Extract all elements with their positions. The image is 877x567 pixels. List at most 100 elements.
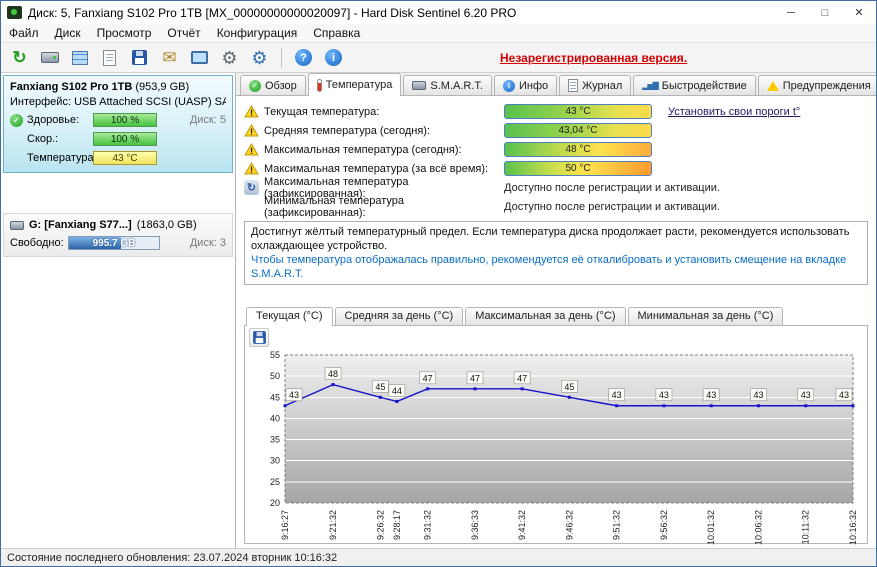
partition-name: G: [Fanxiang S77...] [29,219,132,231]
report-icon[interactable] [96,45,123,70]
svg-text:9:26:32: 9:26:32 [375,510,385,540]
temp-row-min-recorded: Минимальная температура (зафиксированная… [244,197,868,216]
info-tab-icon: i [503,80,515,92]
health-meter: 100 % [93,113,157,127]
current-temp-label: Текущая температура: [264,106,504,118]
performance-row: Скор.: 100 % [10,132,226,146]
svg-text:30: 30 [270,456,280,466]
last-update-status: Состояние последнего обновления: 23.07.2… [7,552,337,564]
svg-text:44: 44 [392,386,402,396]
svg-text:43: 43 [839,390,849,400]
chart-tab-max[interactable]: Максимальная за день (°C) [465,307,625,325]
svg-text:9:31:32: 9:31:32 [423,510,433,540]
monitor-icon[interactable] [186,45,213,70]
free-space-bar: 995.7 GB [68,236,160,250]
svg-text:20: 20 [270,498,280,508]
status-bar: Состояние последнего обновления: 23.07.2… [1,548,876,566]
notice-calibration-link[interactable]: Чтобы температура отображалась правильно… [251,253,861,281]
svg-text:43: 43 [753,390,763,400]
temp-row-average: ! Средняя температура (сегодня): 43,04 °… [244,121,868,140]
partition-panel[interactable]: G: [Fanxiang S77...] (1863,0 GB) Свободн… [3,213,233,257]
performance-meter: 100 % [93,132,157,146]
free-space-value: 995.7 GB [69,237,159,249]
window-title: Диск: 5, Fanxiang S102 Pro 1TB [MX_00000… [28,6,774,20]
tab-overview[interactable]: ✓ Обзор [240,75,306,95]
unregistered-version-link[interactable]: Незарегистрированная версия. [500,51,687,65]
svg-text:45: 45 [564,382,574,392]
tab-log[interactable]: Журнал [559,75,631,95]
partition-title: G: [Fanxiang S77...] (1863,0 GB) [10,219,226,231]
title-bar[interactable]: Диск: 5, Fanxiang S102 Pro 1TB [MX_00000… [1,1,876,24]
svg-text:10:16:32: 10:16:32 [848,510,858,545]
chart-tab-min[interactable]: Минимальная за день (°C) [628,307,784,325]
recorded-temperature-icon: ↻ [244,180,259,195]
max-ever-bar: 50 °C [504,161,652,176]
disk-size: (953,9 GB) [135,81,189,93]
chart-tab-average[interactable]: Средняя за день (°C) [335,307,464,325]
email-report-icon[interactable]: ✉ [156,45,183,70]
save-chart-button[interactable] [249,328,269,347]
min-recorded-label: Минимальная температура (зафиксированная… [264,195,504,219]
health-label: Здоровье: [27,114,93,126]
rescan-disks-icon[interactable] [36,45,63,70]
maximize-button[interactable]: □ [808,1,842,24]
settings-gear-icon[interactable]: ⚙ [216,45,243,70]
chart-area: Текущая (°C) Средняя за день (°C) Максим… [244,307,868,544]
disk-title: Fanxiang S102 Pro 1TB (953,9 GB) [10,81,226,93]
free-space-row: Свободно: 995.7 GB Диск: 3 [10,236,226,250]
set-thresholds-link[interactable]: Установить свои пороги t° [668,106,800,118]
svg-text:43: 43 [659,390,669,400]
refresh-icon[interactable]: ↻ [6,45,33,70]
average-temp-label: Средняя температура (сегодня): [264,125,504,137]
warning-icon: ! [244,105,259,118]
svg-text:43: 43 [612,390,622,400]
toolbar: ↻ ✉ ⚙ ⚙ ? i Незарегистрированная версия. [1,43,876,73]
max-ever-label: Максимальная температура (за всё время): [264,163,504,175]
temperature-meter: 43 °C [93,151,157,165]
menu-view[interactable]: Просмотр [89,24,160,42]
partition-drive-icon [10,221,24,230]
svg-text:9:36:33: 9:36:33 [470,510,480,540]
menu-report[interactable]: Отчёт [159,24,208,42]
surface-test-icon[interactable] [66,45,93,70]
save-report-icon[interactable] [126,45,153,70]
svg-text:9:28:17: 9:28:17 [392,510,402,540]
tab-alerts[interactable]: Предупреждения [758,75,877,95]
svg-text:9:16:27: 9:16:27 [280,510,290,540]
health-check-icon: ✓ [10,114,23,127]
menu-file[interactable]: Файл [1,24,47,42]
svg-text:9:51:32: 9:51:32 [612,510,622,540]
disk-interface: Интерфейс: USB Attached SCSI (UASP) SAT … [10,96,226,108]
chart-tab-current[interactable]: Текущая (°C) [246,307,333,326]
tab-info[interactable]: i Инфо [494,75,557,95]
svg-text:43: 43 [289,390,299,400]
svg-text:47: 47 [423,373,433,383]
warning-icon: ! [244,162,259,175]
svg-text:!: ! [250,146,253,156]
temperature-notice-box: Достигнут жёлтый температурный предел. Е… [244,221,868,285]
tab-performance[interactable]: ▂▅▇ Быстродействие [633,75,755,95]
svg-text:10:11:32: 10:11:32 [801,510,811,544]
svg-text:10:06:32: 10:06:32 [753,510,763,545]
chart-panel: 2025303540455055439:16:27489:21:32459:26… [244,325,868,544]
app-window: Диск: 5, Fanxiang S102 Pro 1TB [MX_00000… [0,0,877,567]
average-temp-bar: 43,04 °C [504,123,652,138]
menu-disk[interactable]: Диск [47,24,89,42]
sidebar-gap [1,175,235,211]
svg-text:43: 43 [706,390,716,400]
save-chart-floppy-icon [253,331,266,344]
preferences-gear-icon[interactable]: ⚙ [246,45,273,70]
performance-chart-icon: ▂▅▇ [642,82,657,90]
disk-panel-selected[interactable]: Fanxiang S102 Pro 1TB (953,9 GB) Интерфе… [3,75,233,173]
tab-temperature[interactable]: Температура [308,73,402,96]
menu-configuration[interactable]: Конфигурация [209,24,306,42]
help-icon[interactable]: ? [290,45,317,70]
alerts-warning-icon [767,81,779,91]
current-temp-bar: 43 °C [504,104,652,119]
min-recorded-value: Доступно после регистрации и активации. [504,201,720,213]
minimize-button[interactable]: ─ [774,1,808,24]
menu-help[interactable]: Справка [305,24,368,42]
info-icon[interactable]: i [320,45,347,70]
close-button[interactable]: ✕ [842,1,876,24]
tab-smart[interactable]: S.M.A.R.T. [403,75,492,95]
